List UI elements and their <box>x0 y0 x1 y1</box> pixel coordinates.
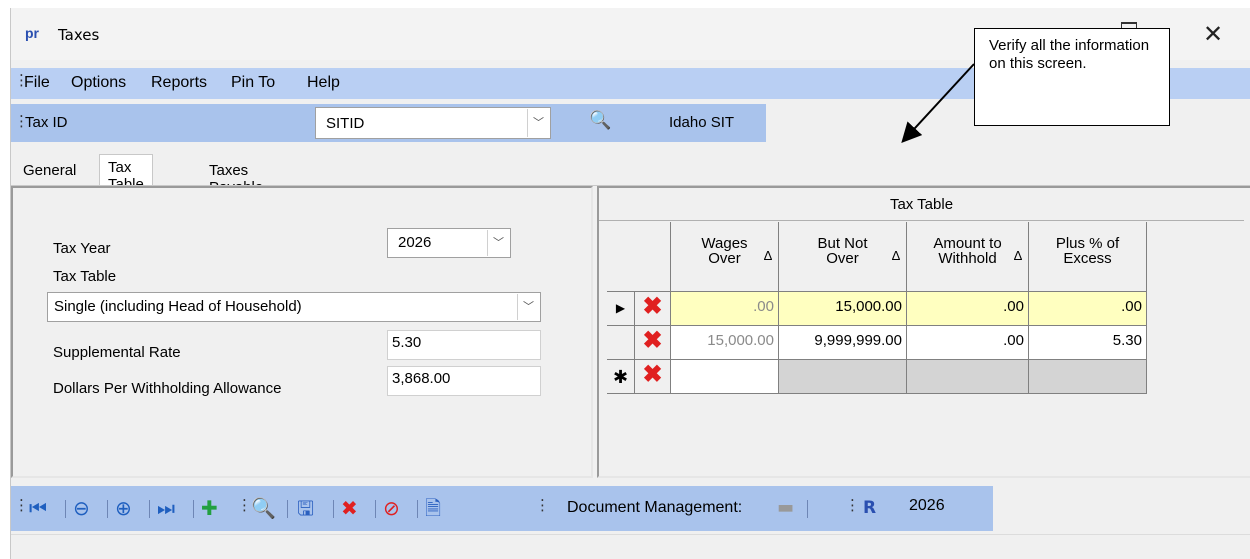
tax-table-select[interactable]: Single (including Head of Household) ﹀ <box>47 292 541 322</box>
separator <box>417 500 418 518</box>
chevron-down-icon[interactable]: ﹀ <box>487 230 509 256</box>
cancel-icon[interactable]: ⊘ <box>383 496 400 520</box>
tab-taxes-payable[interactable]: Taxes Payable <box>201 158 271 196</box>
tab-tax-table[interactable]: Tax Table <box>99 154 153 193</box>
tax-id-select[interactable]: SITID ﹀ <box>315 107 551 139</box>
add-record-icon[interactable]: ✚ <box>201 496 218 520</box>
separator <box>149 500 150 518</box>
grid-title: Tax Table <box>889 196 954 213</box>
app-logo-icon: pr <box>25 25 39 41</box>
cell-plus-percent-excess[interactable]: .00 <box>1029 292 1147 326</box>
annotation-arrow <box>901 63 975 143</box>
window-title: Taxes <box>58 26 100 44</box>
close-button[interactable]: ✕ <box>1191 16 1235 52</box>
delete-row-icon[interactable]: ✖ <box>635 326 671 360</box>
chevron-down-icon[interactable]: ﹀ <box>527 109 549 137</box>
separator <box>193 500 194 518</box>
current-year-label: 2026 <box>909 497 945 514</box>
first-record-icon[interactable]: ⏮ <box>29 496 47 520</box>
menu-help[interactable]: Help <box>307 74 340 92</box>
folder-icon[interactable]: ▬ <box>777 496 794 520</box>
next-record-icon[interactable]: ⊕ <box>115 496 132 520</box>
supplemental-rate-input[interactable]: 5.30 <box>387 330 541 360</box>
tax-name: Idaho SIT <box>669 114 735 131</box>
cell-amount-to-withhold[interactable]: .00 <box>907 326 1029 360</box>
tax-table-grid: Tax Table Wages Over ∆ But Not Over ∆ Amou… <box>597 186 1250 478</box>
sort-icon: ∆ <box>764 248 772 263</box>
col-but-not-over[interactable]: But Not Over ∆ <box>779 222 907 292</box>
annotation-callout: Verify all the information on this scree… <box>974 28 1170 126</box>
sort-icon: ∆ <box>892 248 900 263</box>
row-selector-icon[interactable]: ▶ <box>607 292 635 326</box>
new-cell-but-not-over[interactable] <box>779 360 907 394</box>
tax-table-label: Tax Table <box>53 268 117 285</box>
menu-options[interactable]: Options <box>71 74 126 92</box>
menu-pin-to[interactable]: Pin To <box>231 74 275 92</box>
tax-id-toolbar: ⋮ Tax ID SITID ﹀ 🔍 Idaho SIT <box>11 104 766 142</box>
dollars-per-allowance-label: Dollars Per Withholding Allowance <box>53 380 282 397</box>
save-new-icon[interactable]: 🗎 <box>425 496 441 520</box>
col-wages-over[interactable]: Wages Over ∆ <box>671 222 779 292</box>
grid-title-bar: Tax Table <box>599 188 1244 221</box>
col-amount-to-withhold[interactable]: Amount to Withhold ∆ <box>907 222 1029 292</box>
new-cell-plus-percent-excess[interactable] <box>1029 360 1147 394</box>
document-management-label: Document Management: <box>567 499 743 516</box>
grip-icon[interactable]: ⋮ <box>14 498 29 513</box>
navigation-toolbar: ⋮ ⏮ ⊖ ⊕ ⏭ ✚ ⋮ 🔍 🖫 ✖ ⊘ 🗎 ⋮ Document Manag… <box>11 486 993 531</box>
cell-amount-to-withhold[interactable]: .00 <box>907 292 1029 326</box>
binoculars-icon[interactable]: 🔍 <box>251 496 276 520</box>
grip-icon[interactable]: ⋮ <box>14 114 29 129</box>
tax-id-label: Tax ID <box>25 114 68 131</box>
report-icon[interactable]: R <box>863 496 876 520</box>
menu-reports[interactable]: Reports <box>151 74 207 92</box>
row-selector[interactable] <box>607 326 635 360</box>
binoculars-icon[interactable]: 🔍 <box>589 110 611 131</box>
tax-year-value: 2026 <box>398 234 432 251</box>
tax-year-select[interactable]: 2026 ﹀ <box>387 228 511 258</box>
new-row-icon[interactable]: ✱ <box>607 360 635 394</box>
separator <box>375 500 376 518</box>
last-record-icon[interactable]: ⏭ <box>157 496 175 520</box>
delete-row-icon[interactable]: ✖ <box>635 360 671 394</box>
separator <box>107 500 108 518</box>
separator <box>65 500 66 518</box>
dollars-per-allowance-input[interactable]: 3,868.00 <box>387 366 541 396</box>
menu-file[interactable]: File <box>24 74 50 92</box>
grip-icon[interactable]: ⋮ <box>14 73 29 88</box>
tax-table-value: Single (including Head of Household) <box>54 298 302 315</box>
supplemental-rate-label: Supplemental Rate <box>53 344 181 361</box>
separator <box>807 500 808 518</box>
separator <box>333 500 334 518</box>
sort-icon: ∆ <box>1014 248 1022 263</box>
previous-record-icon[interactable]: ⊖ <box>73 496 90 520</box>
cell-but-not-over[interactable]: 9,999,999.00 <box>779 326 907 360</box>
tax-table-form: Tax Year 2026 ﹀ Tax Table Single (includ… <box>11 186 593 478</box>
save-icon[interactable]: 🖫 <box>297 496 314 520</box>
col-plus-percent-excess[interactable]: Plus % of Excess <box>1029 222 1147 292</box>
tax-year-label: Tax Year <box>53 240 111 257</box>
delete-icon[interactable]: ✖ <box>341 496 358 520</box>
chevron-down-icon[interactable]: ﹀ <box>517 294 539 320</box>
cell-wages-over[interactable]: .00 <box>671 292 779 326</box>
status-bar <box>11 534 1250 559</box>
new-cell-amount-to-withhold[interactable] <box>907 360 1029 394</box>
grid-corner <box>607 222 671 292</box>
grip-icon[interactable]: ⋮ <box>237 498 252 513</box>
grip-icon[interactable]: ⋮ <box>845 498 860 513</box>
new-cell-wages-over[interactable] <box>671 360 779 394</box>
grip-icon[interactable]: ⋮ <box>535 498 550 513</box>
tax-id-value: SITID <box>326 115 365 132</box>
cell-but-not-over[interactable]: 15,000.00 <box>779 292 907 326</box>
cell-wages-over[interactable]: 15,000.00 <box>671 326 779 360</box>
cell-plus-percent-excess[interactable]: 5.30 <box>1029 326 1147 360</box>
tab-general[interactable]: General <box>15 158 84 184</box>
separator <box>287 500 288 518</box>
delete-row-icon[interactable]: ✖ <box>635 292 671 326</box>
